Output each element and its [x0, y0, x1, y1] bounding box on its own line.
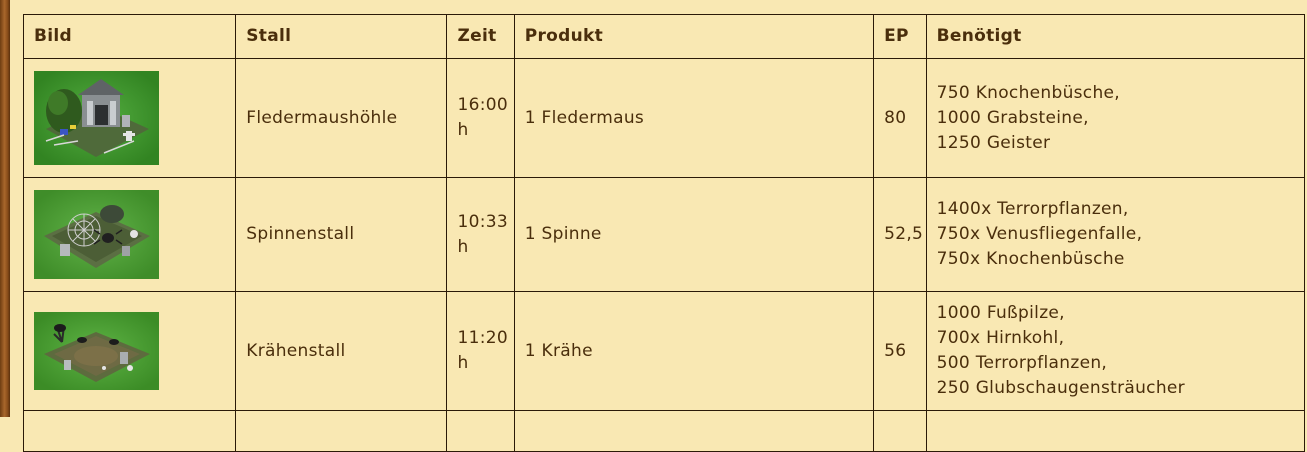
requirement-line: 500 Terrorpflanzen,	[936, 353, 1108, 373]
cell-ep: 52,5	[873, 177, 927, 292]
spider-stable-thumbnail	[34, 190, 159, 279]
requirement-line: 250 Glubschaugensträucher	[936, 378, 1185, 398]
wood-frame-border	[0, 0, 10, 417]
cell-ep: 56	[873, 291, 927, 411]
cell-benoetigt: 1000 Fußpilze, 700x Hirnkohl, 500 Terror…	[925, 291, 1306, 411]
requirement-line: 1400x Terrorpflanzen,	[936, 199, 1129, 219]
cell-bild	[22, 291, 237, 411]
cell-produkt: 1 Krähe	[513, 291, 875, 411]
table-header-row: Bild Stall Zeit Produkt EP Benötigt	[22, 14, 1306, 59]
stall-table: Bild Stall Zeit Produkt EP Benötigt Fled…	[22, 14, 1306, 452]
table-row: Krähenstall 11:20 h 1 Krähe 56 1000 Fußp…	[22, 291, 1306, 411]
requirement-line: 750x Venusfliegenfalle,	[936, 224, 1143, 244]
cell-benoetigt: 750 Knochenbüsche, 1000 Grabsteine, 1250…	[925, 58, 1306, 178]
table-row: Spinnenstall 10:33 h 1 Spinne 52,5 1400x…	[22, 177, 1306, 292]
header-bild: Bild	[22, 14, 237, 59]
header-ep: EP	[873, 14, 927, 59]
header-zeit: Zeit	[446, 14, 515, 59]
requirement-line: 1000 Grabsteine,	[936, 107, 1089, 128]
cell-produkt: 1 Spinne	[513, 177, 875, 292]
cell-stall: Fledermaushöhle	[235, 58, 448, 178]
zeit-value: 16:00 h	[457, 95, 508, 140]
zeit-value: 11:20 h	[457, 328, 508, 373]
requirement-line: 700x Hirnkohl,	[936, 328, 1065, 348]
header-benoetigt: Benötigt	[925, 14, 1306, 59]
stall-table-container: Bild Stall Zeit Produkt EP Benötigt Fled…	[22, 14, 1306, 452]
requirement-line: 1000 Fußpilze,	[936, 303, 1065, 323]
header-produkt: Produkt	[513, 14, 875, 59]
header-stall: Stall	[235, 14, 448, 59]
cell-stall: Krähenstall	[235, 291, 448, 411]
cell-zeit: 16:00 h	[446, 58, 515, 178]
cell-stall: Spinnenstall	[235, 177, 448, 292]
table-row: Fledermaushöhle 16:00 h 1 Fledermaus 80 …	[22, 58, 1306, 178]
requirement-line: 750x Knochenbüsche	[936, 249, 1125, 269]
bat-cave-mausoleum-thumbnail	[34, 71, 159, 165]
cell-benoetigt: 1400x Terrorpflanzen, 750x Venusfliegenf…	[925, 177, 1306, 292]
cell-ep: 80	[873, 58, 927, 178]
cell-zeit: 11:20 h	[446, 291, 515, 411]
cell-bild	[22, 58, 237, 178]
requirement-line: 750 Knochenbüsche,	[936, 82, 1120, 103]
cell-zeit: 10:33 h	[446, 177, 515, 292]
cell-produkt: 1 Fledermaus	[513, 58, 875, 178]
cell-bild	[22, 177, 237, 292]
requirement-line: 1250 Geister	[936, 132, 1051, 153]
zeit-value: 10:33 h	[457, 211, 508, 257]
crow-stable-thumbnail	[34, 312, 159, 390]
